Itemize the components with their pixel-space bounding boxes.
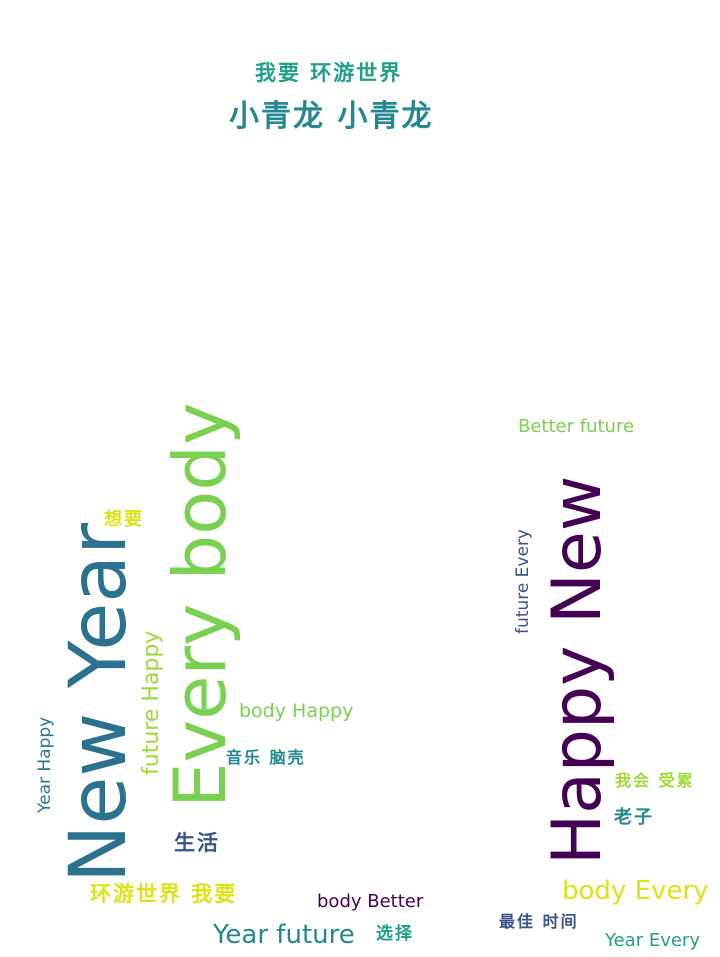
word: 我要 环游世界 (255, 60, 403, 85)
word: future Every (513, 529, 533, 634)
word: Year future (213, 920, 355, 950)
word: 选择 (376, 924, 414, 944)
word: 最佳 时间 (499, 912, 579, 931)
word: body Every (562, 876, 709, 906)
word: New Year (54, 522, 144, 883)
word: 我会 受累 (615, 771, 695, 790)
word: body Happy (239, 700, 354, 722)
word: 老子 (614, 807, 654, 828)
word-cloud: 我要 环游世界 小青龙 小青龙 想要 Every body New Year f… (0, 0, 720, 957)
word: future Happy (139, 630, 164, 775)
word: 环游世界 我要 (90, 881, 238, 906)
word: Better future (518, 416, 635, 437)
word: 小青龙 小青龙 (229, 99, 434, 134)
word: Happy New (538, 475, 617, 865)
word: Year Happy (35, 716, 55, 813)
word: Year Every (605, 930, 700, 951)
word: 生活 (174, 830, 220, 855)
word: body Better (317, 891, 424, 912)
word: 音乐 脑壳 (226, 748, 306, 767)
